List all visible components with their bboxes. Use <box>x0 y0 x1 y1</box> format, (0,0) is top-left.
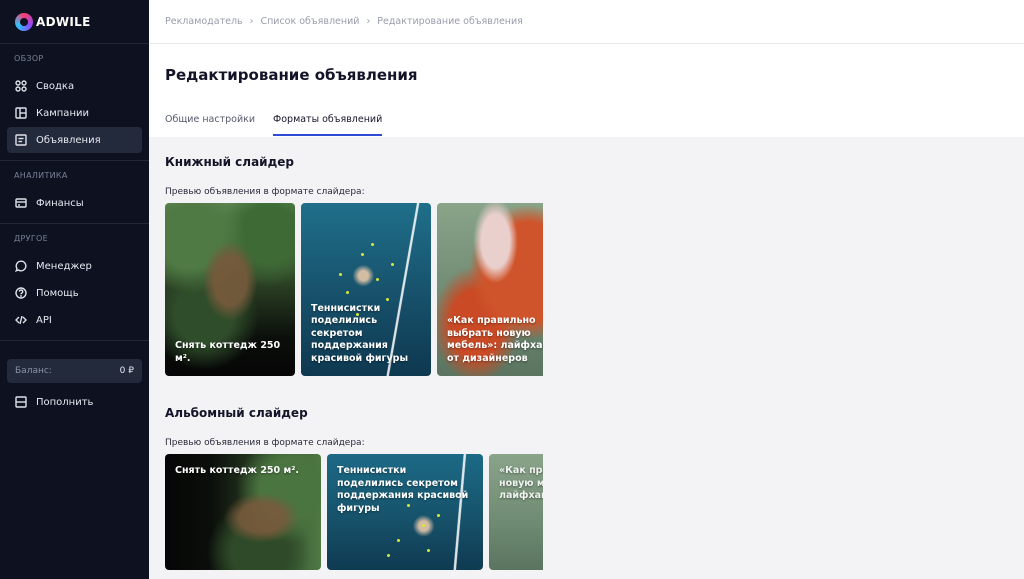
sidebar-item-label: Менеджер <box>36 260 92 272</box>
section-title: АНАЛИТИКА <box>14 171 68 180</box>
sidebar-item-ads[interactable]: Объявления <box>7 127 142 153</box>
ad-card-text: Теннисистки поделились секретом поддержа… <box>337 465 469 514</box>
sidebar-item-label: Кампании <box>36 107 89 119</box>
sidebar-section-overview: ОБЗОР Сводка Кампании Объявления <box>0 44 149 161</box>
balance-value: 0 ₽ <box>119 366 134 376</box>
ad-card-cottage[interactable]: Снять коттедж 250 м². <box>165 454 321 570</box>
breadcrumb: Рекламодатель › Список объявлений › Реда… <box>149 0 1024 44</box>
tab-general-settings[interactable]: Общие настройки <box>165 114 255 136</box>
ad-card-text: Снять коттедж 250 м². <box>175 340 281 364</box>
tab-ad-formats[interactable]: Форматы объявлений <box>273 114 383 136</box>
dashboard-icon <box>15 80 27 92</box>
ad-card-tennis[interactable]: Теннисистки поделились секретом поддержа… <box>301 203 431 376</box>
sidebar-item-label: Финансы <box>36 197 84 209</box>
logo-icon <box>15 12 33 31</box>
ad-card-text: Снять коттедж 250 м². <box>175 465 299 476</box>
slider-track: Снять коттедж 250 м². Теннисистки подели… <box>165 454 543 570</box>
chevron-right-icon: › <box>249 16 254 27</box>
sidebar-item-manager[interactable]: Менеджер <box>7 253 142 279</box>
breadcrumb-item-ads-list[interactable]: Список объявлений <box>260 16 359 27</box>
album-slider[interactable]: Снять коттедж 250 м². Теннисистки подели… <box>165 454 543 570</box>
book-slider[interactable]: Снять коттедж 250 м². Теннисистки подели… <box>165 203 543 376</box>
finance-icon <box>15 197 27 209</box>
ad-card-sofa[interactable]: «Как правильно выбрать новую мебель»: ла… <box>437 203 543 376</box>
sidebar-section-analytics: АНАЛИТИКА Финансы <box>0 161 149 224</box>
section-title: ДРУГОЕ <box>14 234 48 243</box>
sidebar-section-other: ДРУГОЕ Менеджер Помощь API <box>0 224 149 341</box>
breadcrumb-item-advertiser[interactable]: Рекламодатель <box>165 16 243 27</box>
balance-label: Баланс: <box>15 366 52 376</box>
sidebar-item-label: Сводка <box>36 80 75 92</box>
logo-text: ADWILE <box>36 14 91 29</box>
tabs: Общие настройки Форматы объявлений <box>165 114 1008 136</box>
sidebar-item-help[interactable]: Помощь <box>7 280 142 306</box>
section-title: ОБЗОР <box>14 54 44 63</box>
sidebar-item-label: Помощь <box>36 287 79 299</box>
album-slider-preview-label: Превью объявления в формате слайдера: <box>165 438 365 448</box>
ad-card-text: Теннисистки поделились секретом поддержа… <box>311 302 409 364</box>
chevron-right-icon: › <box>366 16 371 27</box>
book-slider-preview-label: Превью объявления в формате слайдера: <box>165 187 365 197</box>
ad-card-tennis[interactable]: Теннисистки поделились секретом поддержа… <box>327 454 483 570</box>
sidebar: ADWILE ОБЗОР Сводка Кампании Объявления … <box>0 0 149 579</box>
sidebar-item-api[interactable]: API <box>7 307 142 333</box>
sidebar-item-summary[interactable]: Сводка <box>7 73 142 99</box>
chat-icon <box>15 260 27 272</box>
wallet-icon <box>15 396 27 408</box>
ad-card-text: «Как правильно выбрать новую мебель»: ла… <box>447 315 543 364</box>
topup-label: Пополнить <box>36 396 94 408</box>
album-slider-title: Альбомный слайдер <box>165 406 308 420</box>
sidebar-item-label: Объявления <box>36 134 101 146</box>
help-icon <box>15 287 27 299</box>
sidebar-item-finance[interactable]: Финансы <box>7 190 142 216</box>
page-title: Редактирование объявления <box>165 66 418 84</box>
breadcrumb-item-current: Редактирование объявления <box>377 16 523 27</box>
sidebar-item-campaigns[interactable]: Кампании <box>7 100 142 126</box>
balance-box: Баланс: 0 ₽ <box>7 359 142 383</box>
ads-icon <box>15 134 27 146</box>
campaigns-icon <box>15 107 27 119</box>
logo[interactable]: ADWILE <box>0 0 149 44</box>
ad-card-cottage[interactable]: Снять коттедж 250 м². <box>165 203 295 376</box>
ad-card-sofa[interactable]: «Как правильно выбрать новую мебель»: ла… <box>489 454 543 570</box>
page-header: Редактирование объявления Общие настройк… <box>149 44 1024 137</box>
main-area: Рекламодатель › Список объявлений › Реда… <box>149 0 1024 579</box>
code-icon <box>15 314 27 326</box>
app-root: ADWILE ОБЗОР Сводка Кампании Объявления … <box>0 0 1024 579</box>
ad-card-text: «Как правильно выбрать новую мебель»: ла… <box>499 465 543 501</box>
topup-button[interactable]: Пополнить <box>7 389 142 415</box>
content: Книжный слайдер Превью объявления в форм… <box>149 137 1024 579</box>
sidebar-item-label: API <box>36 314 52 326</box>
book-slider-title: Книжный слайдер <box>165 155 295 169</box>
slider-track: Снять коттедж 250 м². Теннисистки подели… <box>165 203 543 376</box>
